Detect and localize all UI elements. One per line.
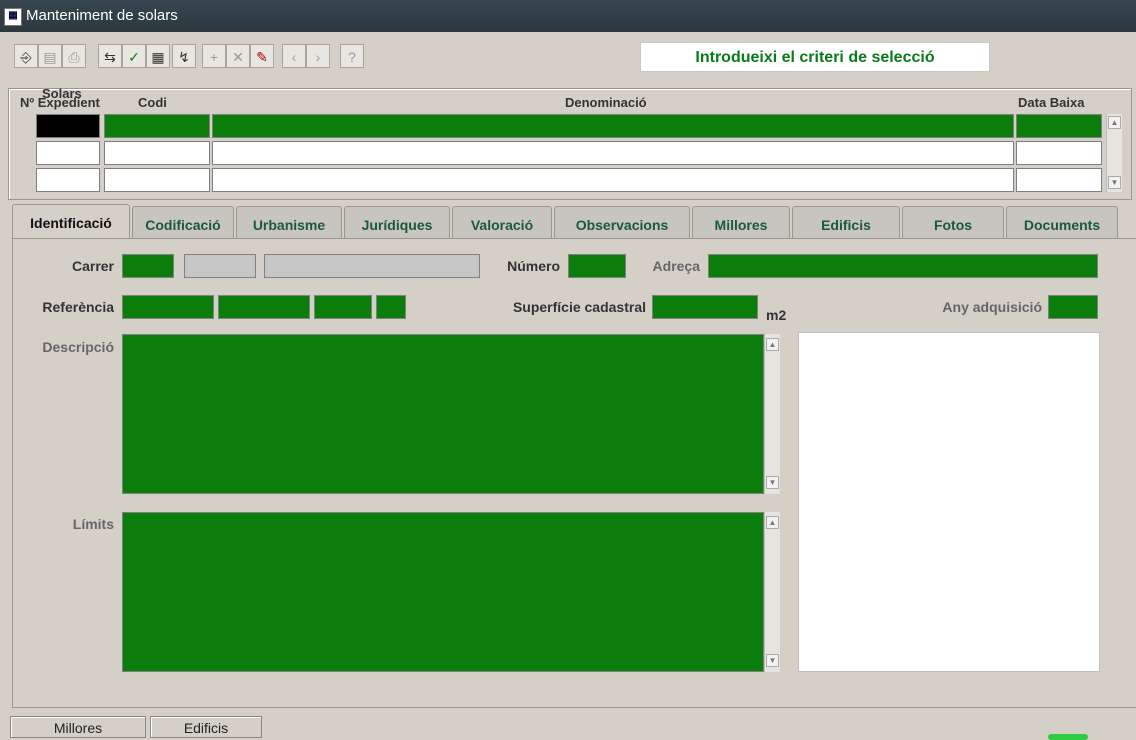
edit-icon[interactable]: ✎ <box>250 44 274 68</box>
tab-juridiques[interactable]: Jurídiques <box>344 206 450 239</box>
tab-urbanisme[interactable]: Urbanisme <box>236 206 342 239</box>
superficie-label: Superfície cadastral <box>512 299 646 315</box>
any-adquisicio-label: Any adquisició <box>942 299 1042 315</box>
numero-label: Número <box>507 258 560 274</box>
expedient-field[interactable] <box>36 114 100 138</box>
tab-observacions[interactable]: Observacions <box>554 206 690 239</box>
referencia-field-4[interactable] <box>376 295 406 319</box>
tab-valoracio[interactable]: Valoració <box>452 206 552 239</box>
tab-identificacio[interactable]: Identificació <box>12 204 130 240</box>
window-title: Manteniment de solars <box>26 7 178 24</box>
edificis-button[interactable]: Edificis <box>150 716 262 738</box>
tab-documents[interactable]: Documents <box>1006 206 1118 239</box>
scroll-up-icon[interactable]: ▲ <box>766 516 779 529</box>
status-indicator <box>1048 734 1088 740</box>
exit-icon[interactable]: ⎆ <box>14 44 38 68</box>
column-data-baixa: Data Baixa <box>1018 95 1085 110</box>
scroll-down-icon[interactable]: ▼ <box>1108 176 1121 189</box>
limits-scrollbar[interactable]: ▲ ▼ <box>764 512 780 672</box>
descripcio-scrollbar[interactable]: ▲ ▼ <box>764 334 780 494</box>
tab-fotos[interactable]: Fotos <box>902 206 1004 239</box>
scroll-down-icon[interactable]: ▼ <box>766 654 779 667</box>
data-baixa-field[interactable] <box>1016 141 1102 165</box>
carrer-label: Carrer <box>71 258 114 274</box>
referencia-field-2[interactable] <box>218 295 310 319</box>
execute-query-icon[interactable]: ✓ <box>122 44 146 68</box>
records-scrollbar[interactable]: ▲ ▼ <box>1106 114 1122 192</box>
scroll-up-icon[interactable]: ▲ <box>1108 116 1121 129</box>
scroll-up-icon[interactable]: ▲ <box>766 338 779 351</box>
save-icon[interactable]: ▤ <box>38 44 62 68</box>
carrer-type-field <box>184 254 256 278</box>
codi-field[interactable] <box>104 168 210 192</box>
limits-textarea[interactable] <box>122 512 764 672</box>
tab-codificacio[interactable]: Codificació <box>132 206 234 239</box>
count-query-icon[interactable]: ▦ <box>146 44 170 68</box>
next-record-icon[interactable]: › <box>306 44 330 68</box>
m2-unit-label: m2 <box>766 307 787 323</box>
descripcio-label: Descripció <box>42 339 114 355</box>
tab-edificis[interactable]: Edificis <box>792 206 900 239</box>
millores-button[interactable]: Millores <box>10 716 146 738</box>
codi-field[interactable] <box>104 114 210 138</box>
insert-record-icon[interactable]: + <box>202 44 226 68</box>
referencia-field-3[interactable] <box>314 295 372 319</box>
any-adquisicio-field[interactable] <box>1048 295 1098 319</box>
data-baixa-field[interactable] <box>1016 168 1102 192</box>
expedient-field[interactable] <box>36 168 100 192</box>
referencia-label: Referència <box>42 299 114 315</box>
tab-millores[interactable]: Millores <box>692 206 790 239</box>
data-baixa-field[interactable] <box>1016 114 1102 138</box>
codi-field[interactable] <box>104 141 210 165</box>
cancel-query-icon[interactable]: ↯ <box>172 44 196 68</box>
previous-record-icon[interactable]: ‹ <box>282 44 306 68</box>
column-codi: Codi <box>138 95 167 110</box>
carrer-name-field <box>264 254 480 278</box>
app-icon: ▦ <box>4 8 22 26</box>
carrer-code-field[interactable] <box>122 254 174 278</box>
help-icon[interactable]: ? <box>340 44 364 68</box>
denominacio-field[interactable] <box>212 141 1014 165</box>
superficie-field[interactable] <box>652 295 758 319</box>
delete-record-icon[interactable]: ✕ <box>226 44 250 68</box>
column-denominacio: Denominació <box>565 95 647 110</box>
numero-field[interactable] <box>568 254 626 278</box>
column-expedient: Nº Expedient <box>20 95 100 110</box>
denominacio-field[interactable] <box>212 114 1014 138</box>
denominacio-field[interactable] <box>212 168 1014 192</box>
referencia-field-1[interactable] <box>122 295 214 319</box>
descripcio-textarea[interactable] <box>122 334 764 494</box>
limits-label: Límits <box>72 516 114 532</box>
print-icon[interactable]: ⎙ <box>62 44 86 68</box>
expedient-field[interactable] <box>36 141 100 165</box>
window-titlebar: ▦ Manteniment de solars <box>0 0 1136 32</box>
enter-query-icon[interactable]: ⇆ <box>98 44 122 68</box>
scroll-down-icon[interactable]: ▼ <box>766 476 779 489</box>
adreca-label: Adreça <box>652 258 700 274</box>
criteria-message: Introdueixi el criteri de selecció <box>640 42 990 72</box>
photo-area <box>798 332 1100 672</box>
adreca-field[interactable] <box>708 254 1098 278</box>
